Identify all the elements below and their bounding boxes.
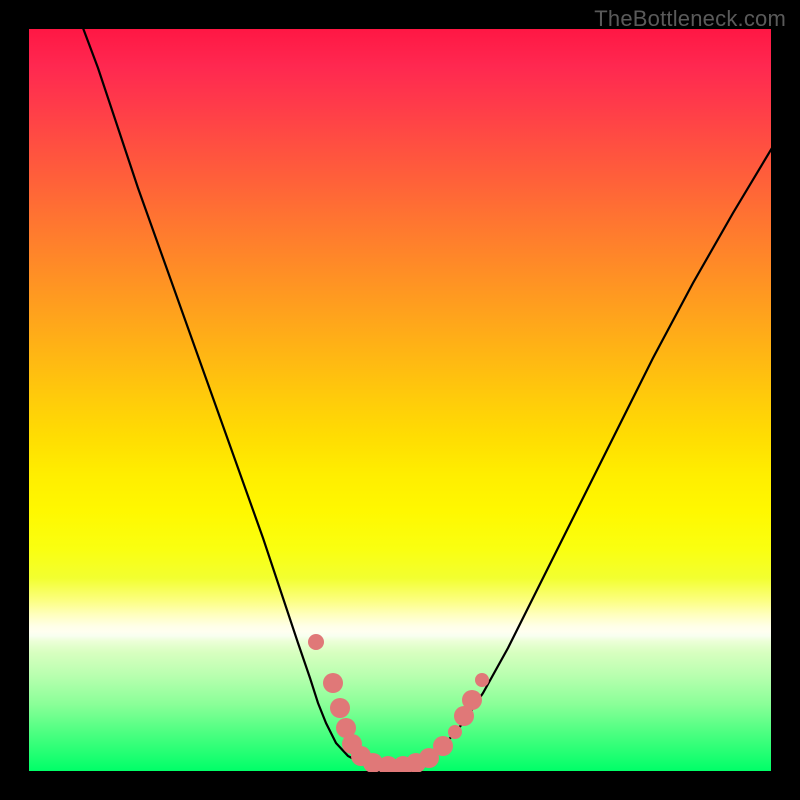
- data-marker: [448, 725, 462, 739]
- chart-frame: TheBottleneck.com: [0, 0, 800, 800]
- marker-group: [308, 634, 489, 772]
- data-marker: [462, 690, 482, 710]
- data-marker: [308, 634, 324, 650]
- data-marker: [475, 673, 489, 687]
- watermark-text: TheBottleneck.com: [594, 6, 786, 32]
- bottleneck-curve: [83, 28, 772, 768]
- data-marker: [323, 673, 343, 693]
- chart-svg: [28, 28, 772, 772]
- data-marker: [330, 698, 350, 718]
- data-marker: [433, 736, 453, 756]
